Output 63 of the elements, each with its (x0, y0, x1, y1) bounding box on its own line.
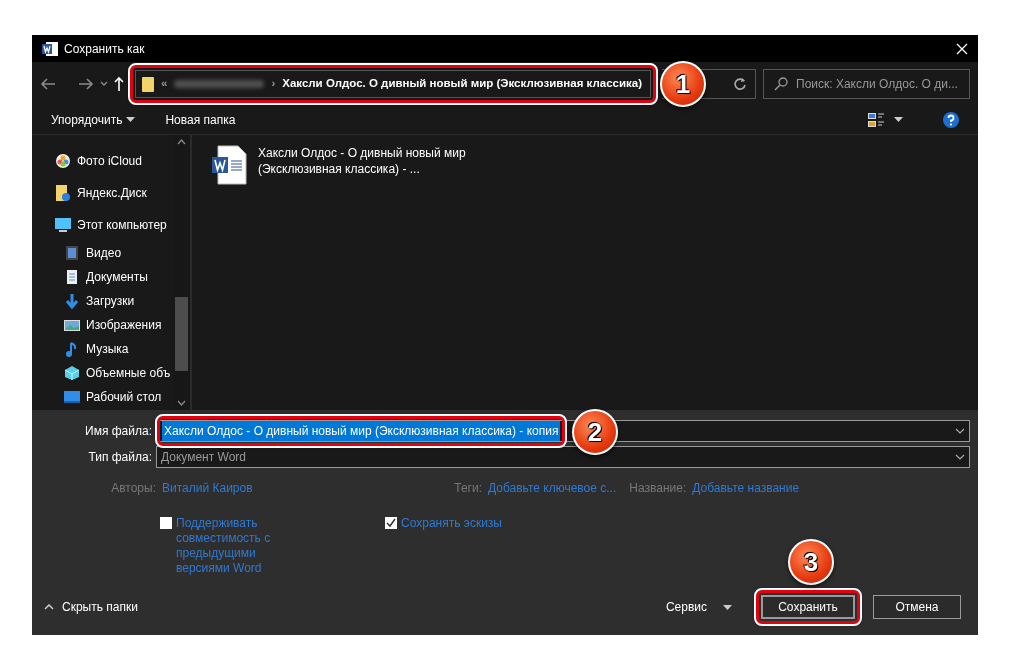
save-button[interactable]: Сохранить (761, 595, 855, 619)
field-label: Имя файла: (84, 423, 152, 440)
documents-icon (64, 269, 80, 285)
chevron-up-icon (44, 604, 54, 610)
check-icon (386, 518, 396, 528)
refresh-icon[interactable] (733, 76, 747, 91)
sidebar-item[interactable]: Документы (32, 265, 173, 289)
scroll-down-icon[interactable] (177, 400, 186, 406)
window-title: Сохранить как (64, 40, 145, 58)
sidebar-item[interactable]: Рабочий стол (32, 385, 173, 409)
photos-icon (55, 153, 71, 169)
chevron-down-icon (955, 454, 965, 460)
cloud-icon (55, 185, 71, 201)
caret-icon[interactable] (894, 117, 903, 122)
word-document-icon[interactable] (212, 145, 248, 185)
scroll-up-icon[interactable] (177, 139, 186, 145)
new-folder-button[interactable]: Новая папка (165, 110, 236, 129)
checkbox[interactable] (385, 517, 397, 529)
objects-icon (64, 365, 80, 381)
close-icon[interactable] (956, 42, 968, 55)
file-name[interactable]: Хаксли Олдос - О дивный новый мир (Эксклюзивная классика) - ... (258, 145, 472, 185)
folder-icon (142, 75, 154, 92)
field-label: Тип файла: (87, 449, 152, 466)
search-placeholder: Поиск: Хаксли Олдос. О ди... (796, 75, 958, 93)
path-segment[interactable]: Хаксли Олдос. О дивный новый мир (Эксклюзивная классика) (282, 74, 643, 93)
metadata-label: Теги: (453, 480, 482, 497)
word-icon (42, 40, 58, 57)
pictures-icon (64, 317, 80, 333)
help-icon[interactable] (943, 111, 959, 128)
search-icon (774, 76, 788, 91)
metadata-label: Название: (628, 480, 687, 497)
sidebar-item[interactable]: Этот компьютер (32, 209, 173, 241)
sidebar-item[interactable]: Музыка (32, 337, 173, 361)
sidebar-item[interactable]: Видео (32, 241, 173, 265)
video-icon (64, 245, 80, 261)
search-field[interactable]: Поиск: Хаксли Олдос. О ди... (763, 68, 970, 99)
scrollbar-thumb[interactable] (175, 297, 188, 371)
sidebar-item[interactable]: Объемные объ (32, 361, 173, 385)
caret-icon (126, 117, 136, 122)
callout-badge: 1 (660, 61, 706, 107)
cancel-button[interactable]: Отмена (873, 595, 961, 619)
metadata-label: Авторы: (110, 480, 156, 497)
file-type-dropdown[interactable]: Документ Word (156, 446, 970, 468)
checkbox[interactable] (160, 517, 172, 529)
caret-icon (723, 604, 732, 610)
computer-icon (55, 217, 71, 233)
sidebar-item[interactable]: Изображения (32, 313, 173, 337)
up-icon[interactable] (114, 75, 124, 92)
desktop-icon (64, 389, 80, 405)
address-bar[interactable]: « › Хаксли Олдос. О дивный новый мир (Эксклюзивная классика) (135, 69, 651, 98)
downloads-icon (64, 293, 80, 309)
forward-icon[interactable] (78, 76, 94, 91)
view-options-icon[interactable] (868, 112, 884, 127)
organize-menu[interactable]: Упорядочить (51, 110, 136, 129)
path-separator: › (271, 75, 276, 91)
chevron-down-icon[interactable] (100, 80, 108, 87)
hide-folders-button[interactable]: Скрыть папки (44, 598, 138, 616)
overflow-mark[interactable]: « (161, 74, 168, 93)
back-icon[interactable] (40, 76, 56, 91)
sidebar-item[interactable]: Яндекс.Диск (32, 177, 173, 209)
sidebar-item[interactable]: Загрузки (32, 289, 173, 313)
tools-menu[interactable]: Сервис (665, 598, 732, 616)
sidebar-item[interactable]: Фото iCloud (32, 145, 173, 177)
